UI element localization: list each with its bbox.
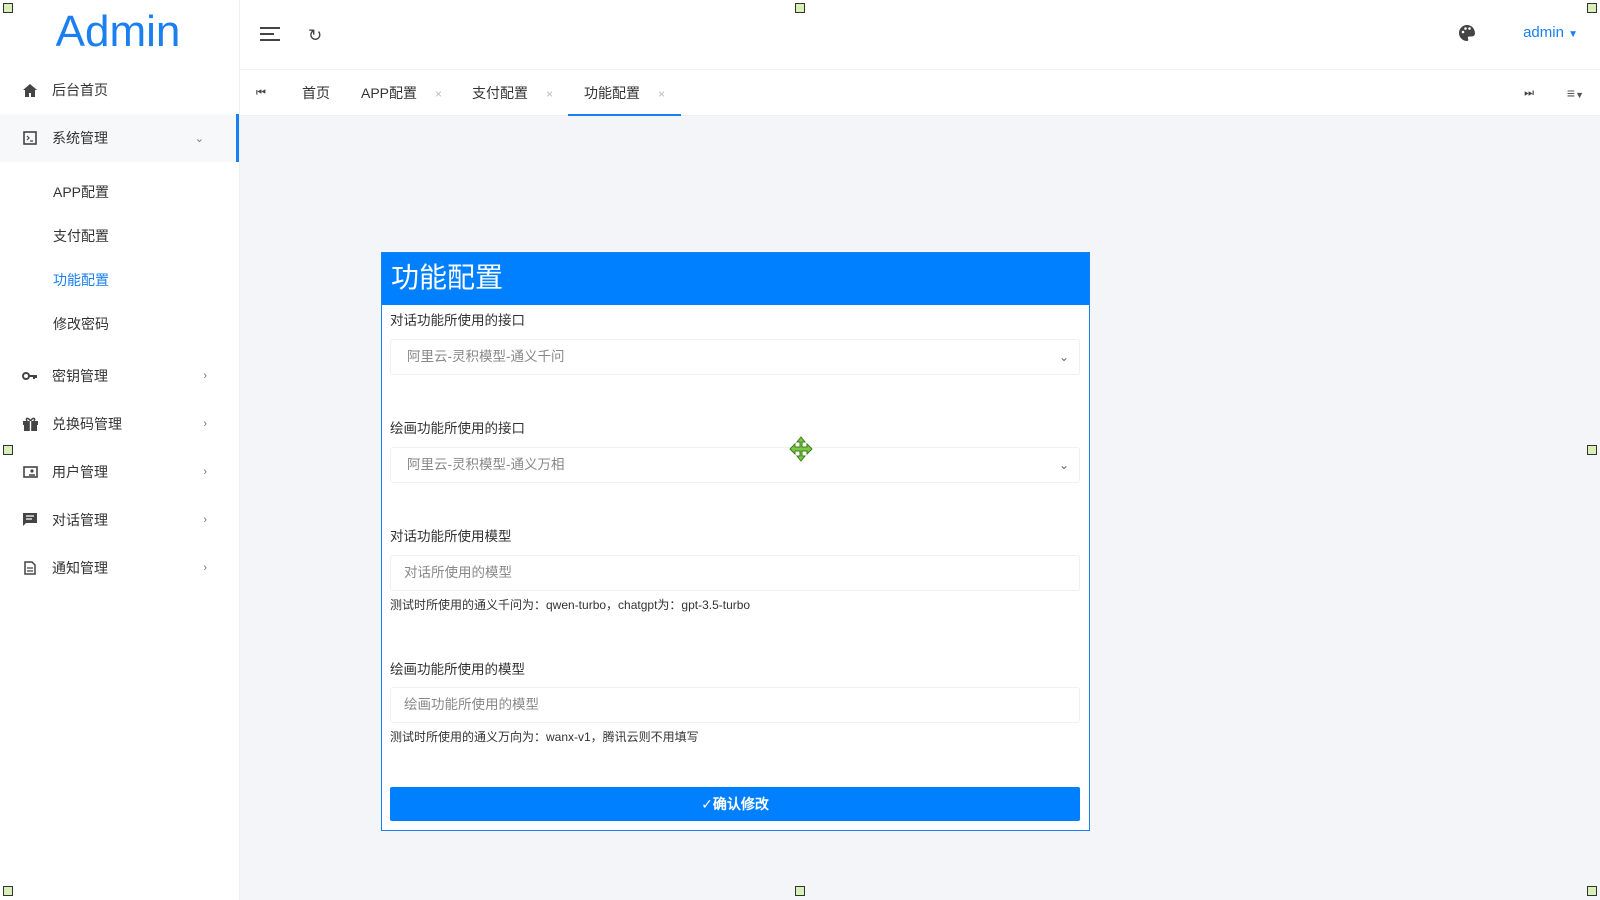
caret-down-icon: ▼ [1568, 29, 1578, 40]
resize-handle[interactable] [1587, 445, 1597, 455]
chat-model-label: 对话功能所使用模型 [390, 529, 512, 544]
chevron-down-icon: ⌄ [1058, 350, 1069, 364]
sidebar-item-label: 系统管理 [52, 130, 108, 146]
resize-handle[interactable] [795, 886, 805, 896]
tab-feature-config[interactable]: 功能配置 × [568, 70, 682, 116]
input-placeholder: 绘画功能所使用的模型 [404, 697, 539, 712]
sidebar-item-label: 后台首页 [52, 82, 108, 98]
chevron-right-icon: › [203, 466, 207, 478]
sidebar: Admin 后台首页 系统管理 ⌄ APP配置 支付配置 功能配置 修改密码 密… [0, 0, 240, 900]
sidebar-item-notices[interactable]: 通知管理 › [0, 544, 239, 592]
tab-label: APP配置 [361, 85, 418, 101]
sidebar-item-system[interactable]: 系统管理 ⌄ [0, 114, 239, 162]
input-placeholder: 对话所使用的模型 [404, 565, 512, 580]
refresh-icon[interactable]: ↻ [308, 26, 322, 46]
sidebar-item-label: 用户管理 [52, 464, 108, 480]
draw-model-help: 测试时所使用的通义万向为：wanx-v1，腾讯云则不用填写 [390, 730, 699, 744]
sidebar-subitem-pay-config[interactable]: 支付配置 [0, 214, 239, 258]
brand-logo[interactable]: Admin [0, 0, 239, 66]
draw-model-input[interactable]: 绘画功能所使用的模型 [390, 687, 1080, 723]
draw-api-select[interactable]: 阿里云-灵积模型-通义万相 ⌄ [390, 447, 1080, 483]
tab-label: 首页 [302, 85, 330, 101]
close-icon[interactable]: × [435, 87, 442, 101]
sidebar-item-chats[interactable]: 对话管理 › [0, 496, 239, 544]
gift-icon [22, 416, 38, 432]
chat-model-help: 测试时所使用的通义千问为：qwen-turbo，chatgpt为：gpt-3.5… [390, 598, 751, 612]
close-icon[interactable]: × [658, 87, 665, 101]
chevron-right-icon: › [203, 370, 207, 382]
chevron-down-icon: ⌄ [194, 132, 204, 145]
sidebar-item-redeem[interactable]: 兑换码管理 › [0, 400, 239, 448]
home-icon [22, 82, 38, 98]
select-value: 阿里云-灵积模型-通义千问 [407, 349, 565, 364]
top-header: ↻ admin ▼ [240, 0, 1600, 70]
sidebar-subitem-change-password[interactable]: 修改密码 [0, 302, 239, 346]
tab-pay-config[interactable]: 支付配置 × [472, 70, 553, 116]
tab-options-menu-icon[interactable]: ≡▼ [1567, 70, 1584, 116]
sidebar-subitem-feature-config[interactable]: 功能配置 [0, 258, 239, 302]
tab-label: 支付配置 [472, 85, 528, 101]
chat-api-label: 对话功能所使用的接口 [390, 313, 525, 328]
confirm-button-label: 确认修改 [712, 796, 769, 812]
move-cursor-icon [788, 436, 814, 465]
select-value: 阿里云-灵积模型-通义万相 [407, 457, 565, 472]
chat-api-select[interactable]: 阿里云-灵积模型-通义千问 ⌄ [390, 339, 1080, 375]
sidebar-item-label: 密钥管理 [52, 368, 108, 384]
close-icon[interactable]: × [546, 87, 553, 101]
sidebar-item-home[interactable]: 后台首页 [0, 66, 239, 114]
sidebar-item-users[interactable]: 用户管理 › [0, 448, 239, 496]
card-title: 功能配置 [382, 253, 1089, 305]
scroll-tabs-right-icon[interactable]: ⏭ [1524, 70, 1534, 116]
sidebar-subitem-app-config[interactable]: APP配置 [0, 170, 239, 214]
resize-handle[interactable] [1587, 3, 1597, 13]
key-icon [22, 368, 38, 384]
scroll-tabs-left-icon[interactable]: ⏮ [256, 70, 266, 116]
resize-handle[interactable] [1587, 886, 1597, 896]
chat-model-input[interactable]: 对话所使用的模型 [390, 555, 1080, 591]
tab-app-config[interactable]: APP配置 × [361, 70, 442, 116]
tab-label: 功能配置 [584, 85, 640, 101]
user-name: admin [1523, 24, 1564, 41]
document-icon [22, 560, 38, 576]
sidebar-item-label: 对话管理 [52, 512, 108, 528]
chevron-down-icon: ⌄ [1058, 458, 1069, 472]
sidebar-item-keys[interactable]: 密钥管理 › [0, 352, 239, 400]
confirm-button[interactable]: ✓确认修改 [390, 787, 1080, 821]
sidebar-item-label: 通知管理 [52, 560, 108, 576]
sidebar-item-label: 兑换码管理 [52, 416, 122, 432]
chat-icon [22, 512, 38, 528]
draw-model-label: 绘画功能所使用的模型 [390, 662, 525, 677]
terminal-icon [22, 130, 38, 146]
resize-handle[interactable] [3, 445, 13, 455]
tab-home[interactable]: 首页 [302, 70, 330, 116]
menu-toggle-icon[interactable] [260, 26, 280, 45]
user-card-icon [22, 464, 38, 480]
resize-handle[interactable] [795, 3, 805, 13]
resize-handle[interactable] [3, 886, 13, 896]
chevron-right-icon: › [203, 418, 207, 430]
chevron-right-icon: › [203, 562, 207, 574]
tab-bar: ⏮ 首页 APP配置 × 支付配置 × 功能配置 × ⏭ ≡▼ [240, 70, 1600, 116]
user-menu[interactable]: admin ▼ [1523, 24, 1578, 41]
feature-config-card: 功能配置 对话功能所使用的接口 阿里云-灵积模型-通义千问 ⌄ 绘画功能所使用的接… [381, 252, 1090, 831]
chevron-right-icon: › [203, 514, 207, 526]
theme-palette-icon[interactable] [1458, 24, 1476, 45]
check-circle-icon: ✓ [701, 796, 713, 812]
resize-handle[interactable] [3, 3, 13, 13]
draw-api-label: 绘画功能所使用的接口 [390, 421, 525, 436]
